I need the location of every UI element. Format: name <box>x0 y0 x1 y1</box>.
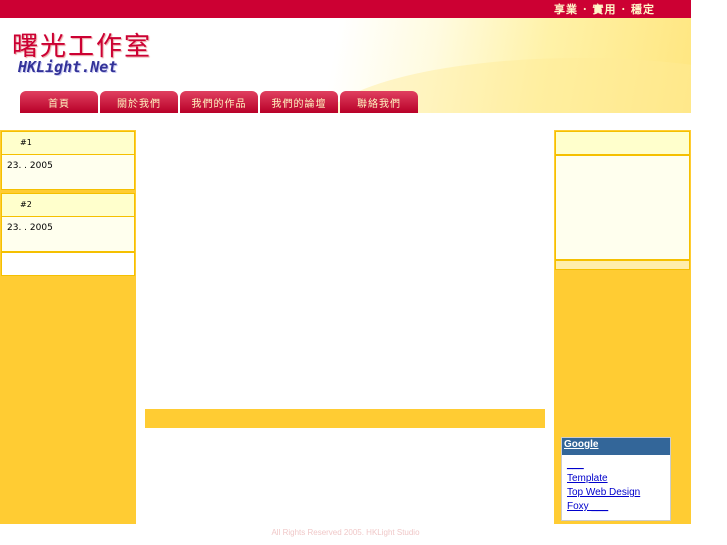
nav-tab-works[interactable]: 我們的作品 <box>180 91 258 113</box>
nav-tab-about[interactable]: 關於我們 <box>100 91 178 113</box>
news-item-title[interactable]: #2 <box>1 193 135 217</box>
left-sidebar: #1 23. . 2005 #2 23. . 2005 <box>0 130 136 524</box>
tagline: 享業 · 實用 · 穩定 <box>554 3 655 16</box>
nav-tab-home[interactable]: 首頁 <box>20 91 98 113</box>
news-item-title[interactable]: #1 <box>1 131 135 155</box>
google-links-box: Google ___ Template Top Web Design Foxy … <box>561 437 671 521</box>
site-subtitle: HKLight.Net <box>18 58 118 76</box>
google-link-template[interactable]: Template <box>567 472 670 486</box>
google-link-top-web-design[interactable]: Top Web Design <box>567 486 670 500</box>
content-divider-bar <box>145 409 545 428</box>
google-link[interactable]: ___ <box>567 458 670 472</box>
right-panel-footer <box>555 260 690 270</box>
google-links-list: ___ Template Top Web Design Foxy ___ <box>562 455 670 514</box>
sidebar-empty-panel <box>1 252 135 276</box>
right-panel-header <box>555 131 690 155</box>
main-nav: 首頁 關於我們 我們的作品 我們的論壇 聯絡我們 <box>20 91 420 113</box>
top-bar: 享業 · 實用 · 穩定 <box>0 0 691 18</box>
nav-tab-forum[interactable]: 我們的論壇 <box>260 91 338 113</box>
footer-copyright: All Rights Reserved 2005. HKLight Studio <box>271 528 420 537</box>
nav-tab-contact[interactable]: 聯絡我們 <box>340 91 418 113</box>
google-link-foxy[interactable]: Foxy ___ <box>567 500 670 514</box>
right-panel-body <box>555 155 690 260</box>
news-item-date: 23. . 2005 <box>1 154 135 190</box>
news-item-date: 23. . 2005 <box>1 216 135 252</box>
google-title: Google <box>562 438 670 455</box>
